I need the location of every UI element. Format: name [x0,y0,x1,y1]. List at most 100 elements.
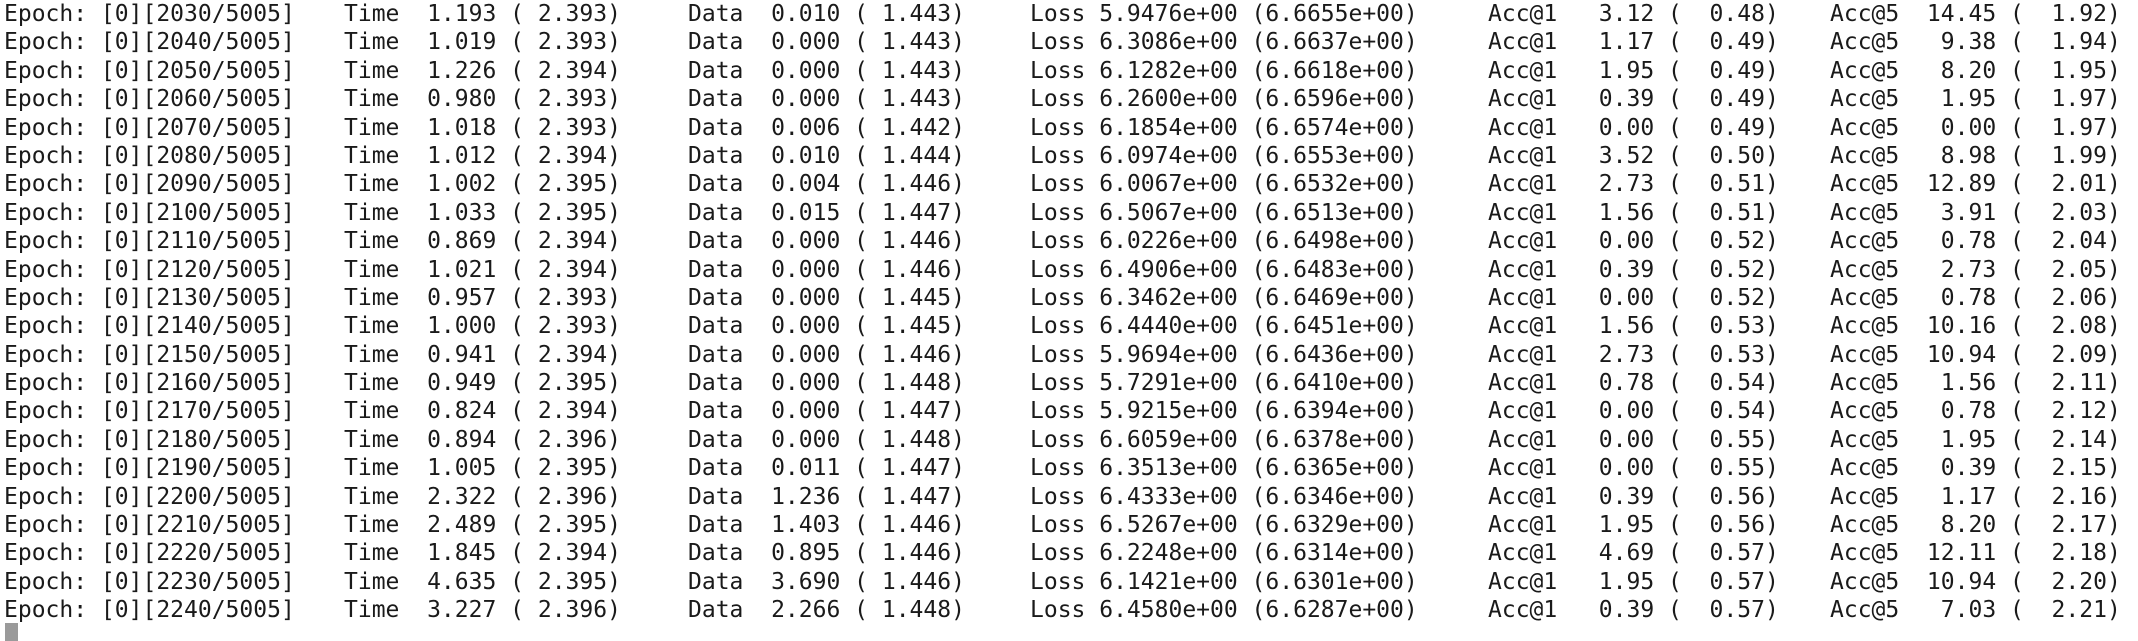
epoch-label: Epoch: [0][2060/5005] [4,86,295,113]
log-line: Epoch: [0][2080/5005] Time 1.012 ( 2.394)… [4,142,2138,170]
data-value: Data 3.690 ( 1.446) [688,568,965,595]
log-line: Epoch: [0][2230/5005] Time 4.635 ( 2.395)… [4,568,2138,596]
epoch-label: Epoch: [0][2090/5005] [4,171,295,198]
acc1-value: Acc@1 1.95 ( 0.57) [1488,568,1779,595]
loss-value: Loss 6.0974e+00 (6.6553e+00) [1030,142,1418,169]
log-line: Epoch: [0][2160/5005] Time 0.949 ( 2.395)… [4,369,2138,397]
acc1-value: Acc@1 0.78 ( 0.54) [1488,370,1779,397]
epoch-label: Epoch: [0][2220/5005] [4,540,295,567]
loss-value: Loss 6.4580e+00 (6.6287e+00) [1030,597,1418,624]
log-line: Epoch: [0][2040/5005] Time 1.019 ( 2.393)… [4,28,2138,56]
time-value: Time 1.845 ( 2.394) [344,540,621,567]
data-value: Data 0.000 ( 1.443) [688,86,965,113]
acc1-value: Acc@1 0.39 ( 0.56) [1488,483,1779,510]
data-value: Data 0.000 ( 1.443) [688,29,965,56]
loss-value: Loss 6.4906e+00 (6.6483e+00) [1030,256,1418,283]
acc1-value: Acc@1 1.95 ( 0.56) [1488,512,1779,539]
data-value: Data 0.011 ( 1.447) [688,455,965,482]
epoch-label: Epoch: [0][2120/5005] [4,256,295,283]
acc1-value: Acc@1 1.95 ( 0.49) [1488,57,1779,84]
data-value: Data 1.403 ( 1.446) [688,512,965,539]
acc5-value: Acc@5 1.95 ( 2.14) [1830,426,2121,453]
epoch-label: Epoch: [0][2230/5005] [4,568,295,595]
loss-value: Loss 6.6059e+00 (6.6378e+00) [1030,426,1418,453]
training-log: Epoch: [0][2030/5005] Time 1.193 ( 2.393)… [4,0,2138,625]
epoch-label: Epoch: [0][2070/5005] [4,114,295,141]
time-value: Time 1.002 ( 2.395) [344,171,621,198]
data-value: Data 0.006 ( 1.442) [688,114,965,141]
log-line: Epoch: [0][2060/5005] Time 0.980 ( 2.393)… [4,85,2138,113]
time-value: Time 1.193 ( 2.393) [344,1,621,27]
loss-value: Loss 6.1854e+00 (6.6574e+00) [1030,114,1418,141]
loss-value: Loss 5.9215e+00 (6.6394e+00) [1030,398,1418,425]
acc1-value: Acc@1 3.52 ( 0.50) [1488,142,1779,169]
acc5-value: Acc@5 12.89 ( 2.01) [1830,171,2121,198]
data-value: Data 0.000 ( 1.446) [688,256,965,283]
time-value: Time 0.869 ( 2.394) [344,228,621,255]
data-value: Data 1.236 ( 1.447) [688,483,965,510]
loss-value: Loss 6.3086e+00 (6.6637e+00) [1030,29,1418,56]
log-line: Epoch: [0][2050/5005] Time 1.226 ( 2.394)… [4,57,2138,85]
acc5-value: Acc@5 0.00 ( 1.97) [1830,114,2121,141]
time-value: Time 1.005 ( 2.395) [344,455,621,482]
epoch-label: Epoch: [0][2130/5005] [4,284,295,311]
acc5-value: Acc@5 14.45 ( 1.92) [1830,1,2121,27]
acc5-value: Acc@5 8.20 ( 1.95) [1830,57,2121,84]
time-value: Time 2.322 ( 2.396) [344,483,621,510]
acc1-value: Acc@1 0.00 ( 0.54) [1488,398,1779,425]
loss-value: Loss 6.1421e+00 (6.6301e+00) [1030,568,1418,595]
acc5-value: Acc@5 9.38 ( 1.94) [1830,29,2121,56]
log-line: Epoch: [0][2090/5005] Time 1.002 ( 2.395)… [4,170,2138,198]
acc1-value: Acc@1 2.73 ( 0.51) [1488,171,1779,198]
acc1-value: Acc@1 2.73 ( 0.53) [1488,341,1779,368]
time-value: Time 1.019 ( 2.393) [344,29,621,56]
acc1-value: Acc@1 0.39 ( 0.52) [1488,256,1779,283]
log-line: Epoch: [0][2180/5005] Time 0.894 ( 2.396)… [4,426,2138,454]
epoch-label: Epoch: [0][2080/5005] [4,142,295,169]
data-value: Data 0.015 ( 1.447) [688,199,965,226]
log-line: Epoch: [0][2200/5005] Time 2.322 ( 2.396)… [4,483,2138,511]
loss-value: Loss 6.5267e+00 (6.6329e+00) [1030,512,1418,539]
acc5-value: Acc@5 8.20 ( 2.17) [1830,512,2121,539]
epoch-label: Epoch: [0][2170/5005] [4,398,295,425]
epoch-label: Epoch: [0][2100/5005] [4,199,295,226]
terminal-window[interactable]: Epoch: [0][2030/5005] Time 1.193 ( 2.393)… [0,0,2138,641]
acc5-value: Acc@5 1.17 ( 2.16) [1830,483,2121,510]
acc5-value: Acc@5 3.91 ( 2.03) [1830,199,2121,226]
acc1-value: Acc@1 0.00 ( 0.55) [1488,455,1779,482]
acc1-value: Acc@1 0.00 ( 0.55) [1488,426,1779,453]
loss-value: Loss 6.4333e+00 (6.6346e+00) [1030,483,1418,510]
epoch-label: Epoch: [0][2210/5005] [4,512,295,539]
acc5-value: Acc@5 10.94 ( 2.20) [1830,568,2121,595]
acc1-value: Acc@1 1.56 ( 0.51) [1488,199,1779,226]
loss-value: Loss 5.9476e+00 (6.6655e+00) [1030,1,1418,27]
time-value: Time 0.949 ( 2.395) [344,370,621,397]
time-value: Time 1.000 ( 2.393) [344,313,621,340]
acc5-value: Acc@5 10.16 ( 2.08) [1830,313,2121,340]
time-value: Time 0.941 ( 2.394) [344,341,621,368]
epoch-label: Epoch: [0][2040/5005] [4,29,295,56]
epoch-label: Epoch: [0][2150/5005] [4,341,295,368]
acc5-value: Acc@5 0.78 ( 2.04) [1830,228,2121,255]
log-line: Epoch: [0][2070/5005] Time 1.018 ( 2.393)… [4,114,2138,142]
acc1-value: Acc@1 0.39 ( 0.57) [1488,597,1779,624]
acc1-value: Acc@1 1.56 ( 0.53) [1488,313,1779,340]
log-line: Epoch: [0][2030/5005] Time 1.193 ( 2.393)… [4,0,2138,28]
log-line: Epoch: [0][2140/5005] Time 1.000 ( 2.393)… [4,312,2138,340]
log-line: Epoch: [0][2190/5005] Time 1.005 ( 2.395)… [4,454,2138,482]
time-value: Time 2.489 ( 2.395) [344,512,621,539]
acc5-value: Acc@5 1.56 ( 2.11) [1830,370,2121,397]
loss-value: Loss 6.3462e+00 (6.6469e+00) [1030,284,1418,311]
epoch-label: Epoch: [0][2240/5005] [4,597,295,624]
epoch-label: Epoch: [0][2050/5005] [4,57,295,84]
time-value: Time 0.980 ( 2.393) [344,86,621,113]
acc1-value: Acc@1 0.39 ( 0.49) [1488,86,1779,113]
acc1-value: Acc@1 4.69 ( 0.57) [1488,540,1779,567]
loss-value: Loss 5.7291e+00 (6.6410e+00) [1030,370,1418,397]
log-line: Epoch: [0][2100/5005] Time 1.033 ( 2.395)… [4,199,2138,227]
data-value: Data 0.004 ( 1.446) [688,171,965,198]
loss-value: Loss 6.4440e+00 (6.6451e+00) [1030,313,1418,340]
data-value: Data 0.000 ( 1.447) [688,398,965,425]
epoch-label: Epoch: [0][2190/5005] [4,455,295,482]
acc5-value: Acc@5 12.11 ( 2.18) [1830,540,2121,567]
